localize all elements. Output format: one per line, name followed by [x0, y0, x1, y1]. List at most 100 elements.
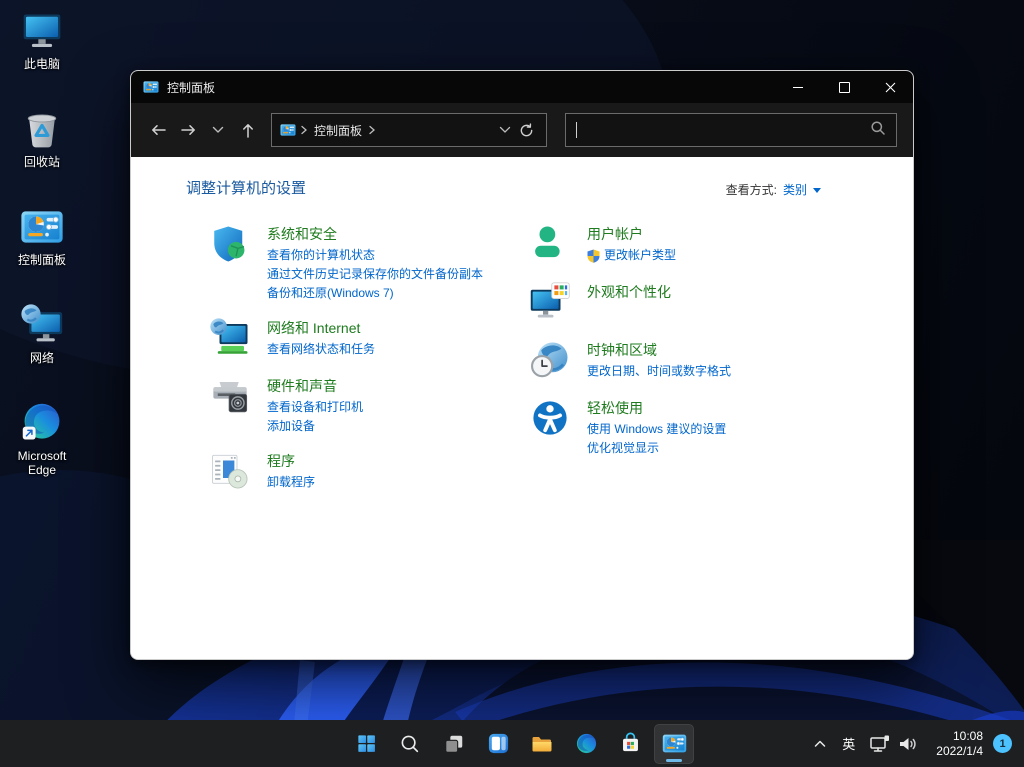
forward-button[interactable]: [173, 115, 203, 145]
category-title[interactable]: 时钟和区域: [587, 340, 731, 360]
category-link[interactable]: 通过文件历史记录保存你的文件备份副本: [267, 265, 483, 284]
shield-icon: [209, 223, 251, 265]
taskbar: 英 10:08 2022/1/4 1: [0, 720, 1024, 767]
category-link[interactable]: 查看网络状态和任务: [267, 340, 375, 359]
page-title: 调整计算机的设置: [186, 177, 306, 198]
category-system-security[interactable]: 系统和安全 查看你的计算机状态 通过文件历史记录保存你的文件备份副本 备份和还原…: [209, 223, 529, 303]
store-button[interactable]: [610, 724, 650, 764]
control-panel-window: 控制面板: [130, 70, 914, 660]
breadcrumb-control-panel[interactable]: 控制面板: [314, 122, 362, 139]
view-by-label: 查看方式:: [726, 181, 777, 198]
widgets-icon: [487, 732, 510, 755]
maximize-icon: [839, 82, 850, 93]
category-title[interactable]: 用户帐户: [587, 224, 676, 244]
desktop-icon-label: 网络: [30, 351, 54, 365]
clock-globe-icon: [529, 339, 571, 381]
view-by-caret-icon[interactable]: [813, 188, 821, 193]
maximize-button[interactable]: [821, 71, 867, 103]
control-panel-taskbar-button[interactable]: [654, 724, 694, 764]
breadcrumb-separator-icon[interactable]: [368, 125, 376, 135]
search-box[interactable]: [565, 113, 897, 147]
hidden-icons-button[interactable]: [807, 726, 833, 762]
recent-locations-button[interactable]: [203, 115, 233, 145]
category-user-accounts[interactable]: 用户帐户 更改帐户类型: [529, 223, 839, 267]
category-programs[interactable]: 程序 卸载程序: [209, 450, 529, 494]
desktop-icon-list: 此电脑 回收站 控制面板 网络: [4, 8, 80, 488]
breadcrumb-separator-icon: [300, 125, 308, 135]
category-link[interactable]: 添加设备: [267, 417, 363, 436]
edge-icon: [19, 400, 65, 446]
category-title[interactable]: 硬件和声音: [267, 376, 363, 396]
desktop-icon-label: 此电脑: [24, 57, 60, 71]
desktop-icon-control-panel[interactable]: 控制面板: [4, 204, 80, 292]
category-ease-of-access[interactable]: 轻松使用 使用 Windows 建议的设置 优化视觉显示: [529, 397, 839, 458]
task-view-button[interactable]: [434, 724, 474, 764]
system-tray: 英 10:08 2022/1/4 1: [807, 720, 1024, 767]
minimize-button[interactable]: [775, 71, 821, 103]
personalization-icon: [529, 281, 571, 323]
category-link[interactable]: 更改帐户类型: [604, 246, 676, 265]
text-caret: [576, 122, 577, 138]
category-link[interactable]: 优化视觉显示: [587, 439, 726, 458]
ime-indicator[interactable]: 英: [837, 726, 860, 762]
category-link-row: 更改帐户类型: [587, 246, 676, 265]
widgets-button[interactable]: [478, 724, 518, 764]
desktop-icon-this-pc[interactable]: 此电脑: [4, 8, 80, 96]
address-dropdown-button[interactable]: [499, 126, 511, 134]
category-link[interactable]: 使用 Windows 建议的设置: [587, 420, 726, 439]
search-icon: [399, 733, 421, 755]
category-title[interactable]: 轻松使用: [587, 398, 726, 418]
category-link[interactable]: 更改日期、时间或数字格式: [587, 362, 731, 381]
taskbar-clock[interactable]: 10:08 2022/1/4: [936, 729, 983, 759]
windows-logo-icon: [355, 732, 378, 755]
view-by-control: 查看方式: 类别: [726, 181, 821, 198]
start-button[interactable]: [346, 724, 386, 764]
category-link[interactable]: 备份和还原(Windows 7): [267, 284, 483, 303]
desktop-icon-recycle-bin[interactable]: 回收站: [4, 106, 80, 194]
file-explorer-icon: [530, 732, 554, 756]
window-titlebar[interactable]: 控制面板: [131, 71, 913, 103]
forward-arrow-icon: [180, 122, 197, 138]
desktop-icon-label: 回收站: [24, 155, 60, 169]
taskbar-search-button[interactable]: [390, 724, 430, 764]
up-button[interactable]: [233, 115, 263, 145]
window-title: 控制面板: [167, 79, 215, 96]
ethernet-icon: [869, 734, 891, 754]
close-button[interactable]: [867, 71, 913, 103]
navigation-bar: 控制面板: [131, 103, 913, 157]
this-pc-icon: [19, 8, 65, 54]
refresh-button[interactable]: [519, 123, 534, 138]
category-clock-region[interactable]: 时钟和区域 更改日期、时间或数字格式: [529, 339, 839, 383]
category-appearance[interactable]: 外观和个性化: [529, 281, 839, 325]
edge-button[interactable]: [566, 724, 606, 764]
taskbar-center-group: [346, 720, 694, 767]
control-panel-home: 调整计算机的设置 查看方式: 类别 系统和安全 查看你的计算机状态 通过文件历: [131, 157, 913, 659]
address-bar[interactable]: 控制面板: [271, 113, 547, 147]
desktop-icon-edge[interactable]: Microsoft Edge: [4, 400, 80, 488]
back-button[interactable]: [143, 115, 173, 145]
network-volume-button[interactable]: [864, 726, 924, 762]
categories-left-column: 系统和安全 查看你的计算机状态 通过文件历史记录保存你的文件备份副本 备份和还原…: [209, 223, 529, 508]
close-icon: [885, 82, 896, 93]
category-hardware-sound[interactable]: 硬件和声音 查看设备和打印机 添加设备: [209, 375, 529, 436]
category-title[interactable]: 程序: [267, 451, 315, 471]
recycle-bin-icon: [19, 106, 65, 152]
chevron-down-icon: [212, 126, 224, 134]
control-panel-icon: [19, 204, 65, 250]
category-link[interactable]: 查看设备和打印机: [267, 398, 363, 417]
file-explorer-button[interactable]: [522, 724, 562, 764]
category-network-internet[interactable]: 网络和 Internet 查看网络状态和任务: [209, 317, 529, 361]
category-title[interactable]: 网络和 Internet: [267, 318, 375, 338]
category-title[interactable]: 系统和安全: [267, 224, 483, 244]
desktop-icon-network[interactable]: 网络: [4, 302, 80, 390]
category-link[interactable]: 卸载程序: [267, 473, 315, 492]
programs-cd-icon: [209, 450, 251, 492]
task-view-icon: [443, 733, 465, 755]
search-icon[interactable]: [870, 120, 886, 141]
running-app-indicator: [666, 759, 682, 762]
category-link[interactable]: 查看你的计算机状态: [267, 246, 483, 265]
notification-badge[interactable]: 1: [993, 734, 1012, 753]
user-icon: [529, 223, 571, 265]
category-title[interactable]: 外观和个性化: [587, 282, 671, 302]
view-by-value[interactable]: 类别: [783, 181, 807, 198]
